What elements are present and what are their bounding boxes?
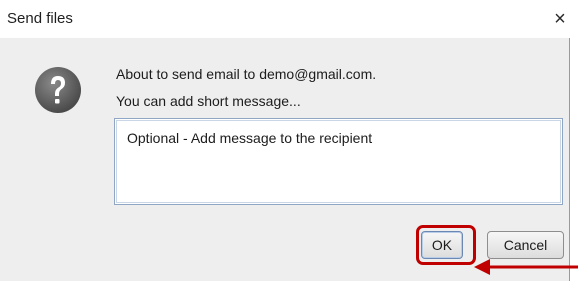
question-icon: [35, 67, 81, 113]
title-bar: Send files ×: [0, 0, 570, 38]
message-hint-text: You can add short message...: [116, 93, 301, 109]
message-recipient-text: About to send email to demo@gmail.com.: [116, 66, 377, 82]
close-button[interactable]: ×: [550, 8, 570, 30]
ok-button-highlight: [416, 225, 476, 265]
annotation-arrow-icon: [474, 259, 578, 275]
send-files-dialog: Send files × About to send email to demo…: [0, 0, 570, 281]
message-textarea-value: Optional - Add message to the recipient: [127, 130, 373, 146]
message-textarea[interactable]: Optional - Add message to the recipient: [114, 118, 563, 205]
window-title: Send files: [7, 10, 73, 27]
